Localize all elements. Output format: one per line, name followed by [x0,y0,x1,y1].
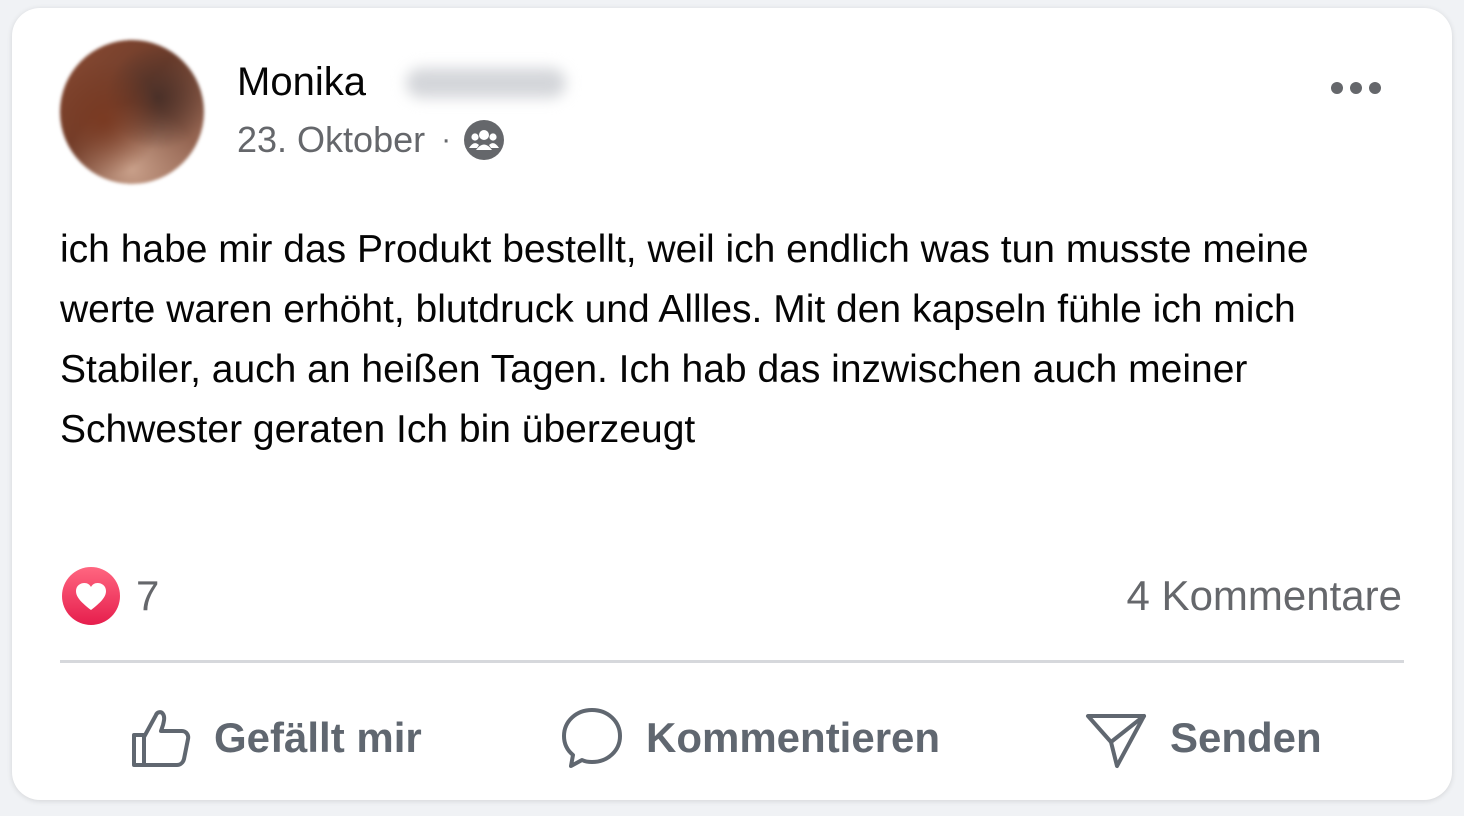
reaction-count: 7 [136,572,160,619]
author-surname-redacted [406,68,566,98]
comment-label: Kommentieren [646,714,941,761]
thumbs-up-icon [132,710,191,767]
more-dots-icon [1331,82,1381,94]
heart-icon [62,567,120,625]
post-date[interactable]: 23. Oktober [237,119,425,161]
comment-count-link[interactable]: 4 Kommentare [1127,566,1402,626]
post-text: ich habe mir das Produkt bestellt, weil … [60,228,1309,451]
divider [60,660,1404,663]
avatar[interactable] [60,40,204,184]
send-label: Senden [1170,714,1322,761]
more-options-button[interactable] [1320,68,1392,108]
author-name[interactable]: Monika [237,58,366,106]
like-button[interactable]: Gefällt mir [130,698,422,778]
reaction-summary[interactable]: 7 [62,566,159,626]
comment-bubble-icon [562,708,622,768]
post-meta: 23. Oktober · [237,116,505,164]
comment-button[interactable]: Kommentieren [560,698,940,778]
send-button[interactable]: Senden [1084,698,1322,778]
group-icon[interactable] [463,119,505,161]
send-icon [1086,714,1146,768]
like-label: Gefällt mir [214,714,422,761]
meta-separator: · [441,123,452,156]
post-card: Monika 23. Oktober · ich habe mir das Pr… [12,8,1452,800]
